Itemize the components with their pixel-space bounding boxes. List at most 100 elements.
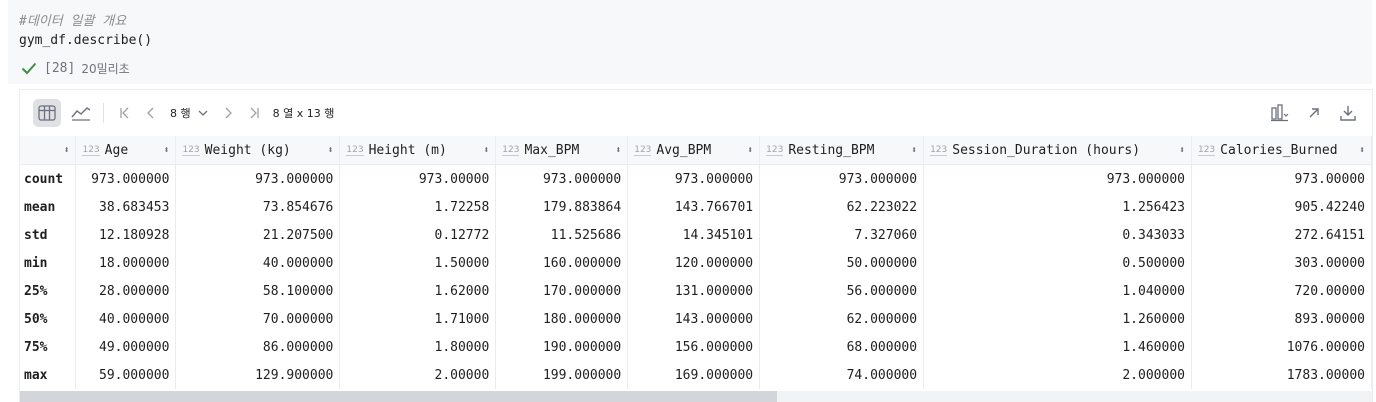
table-cell[interactable]: 893.00000 [1191, 305, 1372, 333]
column-header[interactable]: 123 Height (m) ⬍ [339, 136, 497, 165]
column-header[interactable]: 123 Resting_BPM ⬍ [759, 136, 925, 165]
table-cell[interactable]: 49.000000 [75, 333, 177, 361]
table-cell[interactable]: 1.260000 [923, 305, 1192, 333]
table-cell[interactable]: 2.000000 [923, 361, 1192, 389]
table-cell[interactable]: 1.72258 [339, 193, 497, 221]
table-cell[interactable]: 180.000000 [495, 305, 629, 333]
horizontal-scrollbar[interactable] [20, 391, 1372, 402]
sort-icon[interactable]: ⬍ [1179, 145, 1185, 156]
rows-per-page-dropdown[interactable]: 8 행 [170, 105, 209, 121]
table-cell[interactable]: 38.683453 [75, 193, 177, 221]
table-cell[interactable]: 199.000000 [495, 361, 629, 389]
sort-icon[interactable]: ⬍ [483, 145, 489, 156]
table-cell[interactable]: 59.000000 [75, 361, 177, 389]
column-header[interactable]: 123 Max_BPM ⬍ [495, 136, 629, 165]
table-cell[interactable]: 1.256423 [923, 193, 1192, 221]
download-button[interactable] [1334, 99, 1362, 127]
table-cell[interactable]: 143.000000 [627, 305, 761, 333]
table-cell[interactable]: 170.000000 [495, 277, 629, 305]
sort-icon[interactable]: ⬍ [615, 145, 621, 156]
column-header[interactable]: 123 Age ⬍ [75, 136, 177, 165]
next-page-button[interactable] [215, 99, 241, 127]
index-header[interactable]: ⬍ [20, 136, 77, 165]
table-cell[interactable]: 40.000000 [75, 305, 177, 333]
table-cell[interactable]: 1.460000 [923, 333, 1192, 361]
table-cell[interactable]: 1.040000 [923, 277, 1192, 305]
table-cell[interactable]: 131.000000 [627, 277, 761, 305]
table-cell[interactable]: 190.000000 [495, 333, 629, 361]
table-cell[interactable]: 7.327060 [759, 221, 925, 249]
column-header[interactable]: 123 Avg_BPM ⬍ [627, 136, 761, 165]
table-cell[interactable]: 973.000000 [75, 164, 177, 193]
table-cell[interactable]: 973.000000 [923, 164, 1192, 193]
last-page-button[interactable] [241, 99, 267, 127]
column-header[interactable]: 123 Session_Duration (hours) ⬍ [923, 136, 1192, 165]
table-cell[interactable]: 68.000000 [759, 333, 925, 361]
column-header-label: Session_Duration (hours) [952, 142, 1141, 158]
table-cell[interactable]: 1.62000 [339, 277, 497, 305]
table-cell[interactable]: 18.000000 [75, 249, 177, 277]
table-cell[interactable]: 973.000000 [759, 164, 925, 193]
code-cell[interactable]: #데이터 일괄 개요 gym_df.describe() [28] 20밀리초 [8, 0, 1372, 84]
table-cell[interactable]: 40.000000 [175, 249, 341, 277]
sort-icon[interactable]: ⬍ [1359, 145, 1365, 156]
table-cell[interactable]: 0.500000 [923, 249, 1192, 277]
table-cell[interactable]: 303.00000 [1191, 249, 1372, 277]
first-page-button[interactable] [112, 99, 138, 127]
table-cell[interactable]: 129.900000 [175, 361, 341, 389]
table-cell[interactable]: 156.000000 [627, 333, 761, 361]
code-line[interactable]: gym_df.describe() [19, 33, 152, 48]
table-cell[interactable]: 28.000000 [75, 277, 177, 305]
column-header[interactable]: 123 Weight (kg) ⬍ [175, 136, 341, 165]
table-cell[interactable]: 12.180928 [75, 221, 177, 249]
table-cell[interactable]: 86.000000 [175, 333, 341, 361]
table-cell[interactable]: 50.000000 [759, 249, 925, 277]
check-icon [21, 62, 37, 75]
table-cell[interactable]: 120.000000 [627, 249, 761, 277]
table-cell[interactable]: 1076.00000 [1191, 333, 1372, 361]
table-cell[interactable]: 1.80000 [339, 333, 497, 361]
table-cell[interactable]: 272.64151 [1191, 221, 1372, 249]
table-cell[interactable]: 1783.00000 [1191, 361, 1372, 389]
table-cell[interactable]: 74.000000 [759, 361, 925, 389]
table-cell[interactable]: 973.000000 [175, 164, 341, 193]
table-cell[interactable]: 1.50000 [339, 249, 497, 277]
table-cell[interactable]: 73.854676 [175, 193, 341, 221]
data-table: ⬍ 123 Age ⬍ 123 Weight (kg) ⬍ 123 Height (m) ⬍… [20, 136, 1372, 389]
table-cell[interactable]: 720.00000 [1191, 277, 1372, 305]
table-cell[interactable]: 62.000000 [759, 305, 925, 333]
table-cell[interactable]: 973.000000 [495, 164, 629, 193]
table-cell[interactable]: 169.000000 [627, 361, 761, 389]
chart-view-button[interactable] [67, 99, 95, 127]
table-cell[interactable]: 0.12772 [339, 221, 497, 249]
scrollbar-thumb[interactable] [20, 391, 777, 402]
table-view-button[interactable] [33, 99, 61, 127]
last-page-icon [250, 107, 259, 119]
table-cell[interactable]: 973.00000 [339, 164, 497, 193]
sort-icon[interactable]: ⬍ [163, 145, 169, 156]
table-cell[interactable]: 179.883864 [495, 193, 629, 221]
visualize-button[interactable] [1266, 99, 1294, 127]
table-cell[interactable]: 973.000000 [627, 164, 761, 193]
sort-icon[interactable]: ⬍ [327, 145, 333, 156]
table-cell[interactable]: 62.223022 [759, 193, 925, 221]
prev-page-button[interactable] [138, 99, 164, 127]
table-cell[interactable]: 143.766701 [627, 193, 761, 221]
table-cell[interactable]: 0.343033 [923, 221, 1192, 249]
table-cell[interactable]: 973.00000 [1191, 164, 1372, 193]
sort-icon[interactable]: ⬍ [911, 145, 917, 156]
table-cell[interactable]: 21.207500 [175, 221, 341, 249]
table-cell[interactable]: 58.100000 [175, 277, 341, 305]
open-in-new-tab-button[interactable] [1300, 99, 1328, 127]
column-header[interactable]: 123 Calories_Burned ⬍ [1191, 136, 1372, 165]
table-cell[interactable]: 11.525686 [495, 221, 629, 249]
sort-icon[interactable]: ⬍ [747, 145, 753, 156]
table-cell[interactable]: 56.000000 [759, 277, 925, 305]
sort-icon[interactable]: ⬍ [63, 145, 69, 156]
table-cell[interactable]: 14.345101 [627, 221, 761, 249]
table-cell[interactable]: 160.000000 [495, 249, 629, 277]
table-cell[interactable]: 2.00000 [339, 361, 497, 389]
table-cell[interactable]: 1.71000 [339, 305, 497, 333]
table-cell[interactable]: 905.42240 [1191, 193, 1372, 221]
table-cell[interactable]: 70.000000 [175, 305, 341, 333]
